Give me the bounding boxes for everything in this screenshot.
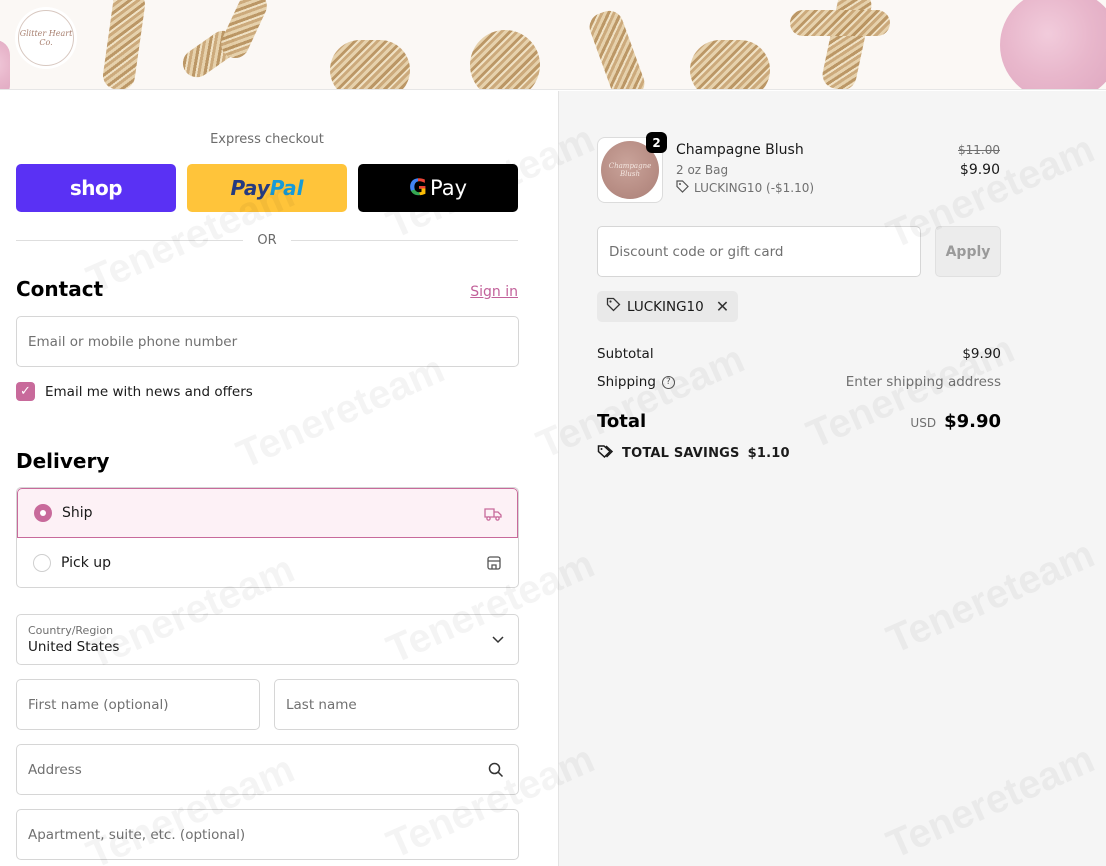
currency-label: USD bbox=[910, 416, 937, 430]
truck-icon bbox=[483, 504, 503, 524]
email-input[interactable] bbox=[28, 333, 507, 350]
last-name-field[interactable] bbox=[274, 679, 519, 730]
banner-glitter-6 bbox=[585, 6, 649, 89]
order-summary: Champagne Blush 2 Champagne Blush 2 oz B… bbox=[558, 91, 1106, 866]
newsletter-checkbox[interactable]: ✓ bbox=[16, 382, 35, 401]
subtotal-row: Subtotal $9.90 bbox=[597, 346, 1001, 362]
savings-value: $1.10 bbox=[747, 446, 790, 461]
delivery-option-pickup[interactable]: Pick up bbox=[17, 538, 518, 587]
pickup-label: Pick up bbox=[61, 555, 112, 571]
discounted-price: $9.90 bbox=[959, 162, 1000, 178]
banner-pink-left bbox=[0, 40, 10, 89]
total-label: Total bbox=[597, 411, 647, 432]
tag-icon bbox=[597, 444, 614, 463]
savings-label: TOTAL SAVINGS bbox=[622, 446, 740, 461]
address-field[interactable] bbox=[16, 744, 519, 795]
contact-title: Contact bbox=[16, 277, 104, 301]
apartment-input[interactable] bbox=[28, 826, 507, 843]
banner-glitter-1 bbox=[101, 0, 147, 89]
newsletter-label: Email me with news and offers bbox=[45, 383, 253, 400]
total-row: Total USD $9.90 bbox=[597, 411, 1001, 432]
shipping-label: Shipping bbox=[597, 374, 656, 390]
shop-pay-label: shop bbox=[69, 176, 123, 200]
store-icon bbox=[484, 553, 504, 573]
product-discount: LUCKING10 (-$1.10) bbox=[676, 180, 814, 196]
banner-glitter-9 bbox=[790, 10, 890, 36]
total-savings: TOTAL SAVINGS $1.10 bbox=[597, 444, 790, 463]
divider-line-left bbox=[16, 239, 244, 241]
chevron-down-icon bbox=[492, 632, 504, 648]
quantity-badge: 2 bbox=[646, 132, 667, 153]
first-name-input[interactable] bbox=[28, 696, 248, 713]
address-input[interactable] bbox=[28, 761, 507, 778]
discount-code-field[interactable] bbox=[597, 226, 921, 277]
shop-pay-button[interactable]: shop bbox=[16, 164, 176, 212]
product-variant: 2 oz Bag bbox=[676, 163, 729, 177]
country-select[interactable]: Country/Region United States bbox=[16, 614, 519, 665]
google-g-icon: G bbox=[408, 175, 428, 201]
original-price: $11.00 bbox=[958, 143, 1000, 157]
tag-icon bbox=[676, 180, 689, 196]
delivery-option-ship[interactable]: Ship bbox=[17, 488, 518, 538]
sign-in-link[interactable]: Sign in bbox=[470, 284, 518, 300]
last-name-input[interactable] bbox=[286, 696, 507, 713]
product-image-text: Champagne Blush bbox=[608, 162, 652, 178]
product-name: Champagne Blush bbox=[676, 142, 804, 158]
product-discount-label: LUCKING10 (-$1.10) bbox=[694, 181, 815, 195]
store-logo-text: Glitter Heart Co. bbox=[19, 29, 73, 47]
delivery-title: Delivery bbox=[16, 449, 110, 473]
applied-code-label: LUCKING10 bbox=[627, 298, 704, 315]
first-name-field[interactable] bbox=[16, 679, 260, 730]
banner-glitter-7 bbox=[690, 40, 770, 89]
search-icon[interactable] bbox=[488, 762, 504, 782]
remove-discount-icon[interactable]: ✕ bbox=[716, 297, 729, 316]
apartment-field[interactable] bbox=[16, 809, 519, 860]
ship-radio[interactable] bbox=[34, 504, 52, 522]
or-label: OR bbox=[257, 232, 277, 248]
country-value: United States bbox=[28, 639, 120, 655]
shipping-label-group: Shipping ? bbox=[597, 374, 675, 390]
tag-icon bbox=[606, 297, 621, 316]
banner-glitter-3 bbox=[216, 0, 272, 63]
country-label: Country/Region bbox=[28, 624, 114, 637]
total-amount-group: USD $9.90 bbox=[910, 411, 1001, 432]
checkout-form: Express checkout shop Pay Pal G Pay OR Co… bbox=[0, 91, 558, 866]
google-pay-label: Pay bbox=[430, 176, 468, 200]
banner-glitter-5 bbox=[470, 30, 540, 89]
store-logo[interactable]: Glitter Heart Co. bbox=[18, 10, 74, 66]
paypal-button[interactable]: Pay Pal bbox=[187, 164, 347, 212]
or-divider: OR bbox=[16, 232, 519, 248]
newsletter-checkbox-row[interactable]: ✓ Email me with news and offers bbox=[16, 382, 253, 401]
applied-discount-chip: LUCKING10 ✕ bbox=[597, 291, 739, 322]
shipping-value: Enter shipping address bbox=[845, 374, 1001, 390]
store-banner: Glitter Heart Co. bbox=[0, 0, 1106, 90]
apply-button[interactable]: Apply bbox=[935, 226, 1001, 277]
total-amount: $9.90 bbox=[944, 411, 1001, 432]
banner-glitter-4 bbox=[330, 40, 410, 89]
shipping-row: Shipping ? Enter shipping address bbox=[597, 374, 1001, 390]
email-field[interactable] bbox=[16, 316, 519, 367]
help-icon[interactable]: ? bbox=[661, 375, 675, 389]
discount-code-input[interactable] bbox=[609, 243, 909, 260]
paypal-label-pay: Pay bbox=[230, 176, 270, 200]
google-pay-button[interactable]: G Pay bbox=[358, 164, 518, 212]
divider-line-right bbox=[290, 239, 519, 241]
express-checkout-label: Express checkout bbox=[210, 132, 324, 147]
pickup-radio[interactable] bbox=[33, 554, 51, 572]
banner-heart bbox=[1000, 0, 1106, 89]
delivery-method-group: Ship Pick up bbox=[16, 487, 519, 588]
subtotal-label: Subtotal bbox=[597, 346, 654, 362]
subtotal-value: $9.90 bbox=[962, 346, 1001, 362]
ship-label: Ship bbox=[62, 505, 93, 521]
paypal-label-pal: Pal bbox=[269, 176, 304, 200]
